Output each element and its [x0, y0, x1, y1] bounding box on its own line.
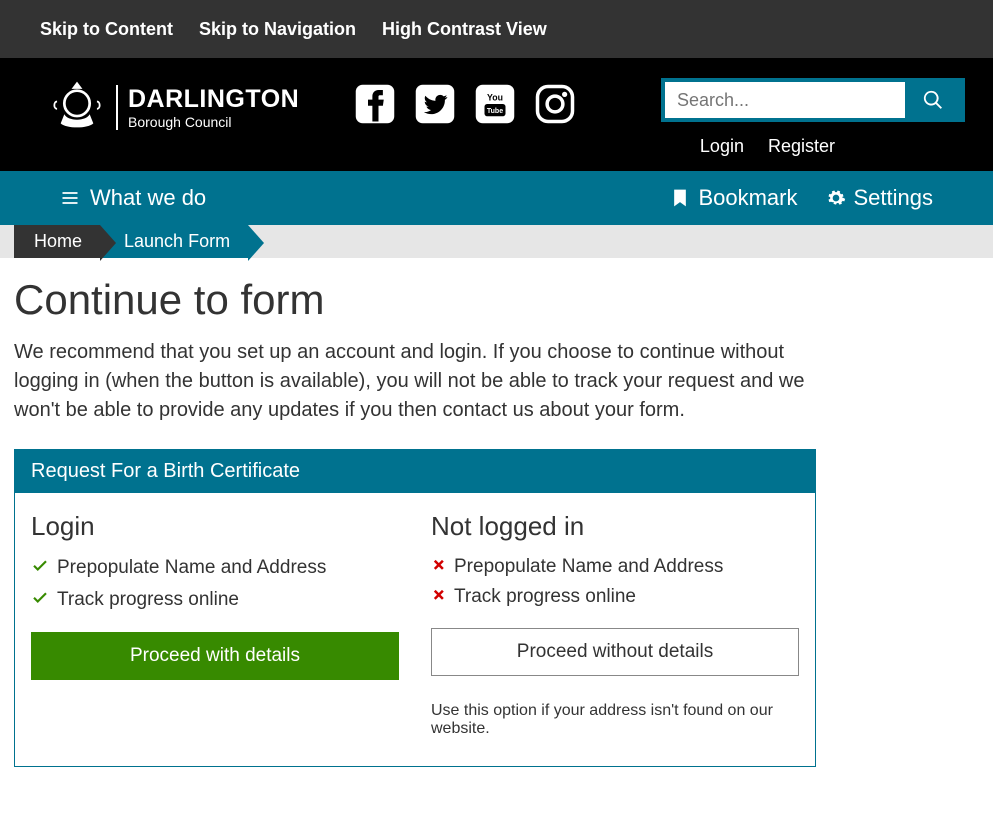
search-input[interactable] [665, 82, 905, 118]
cross-icon [431, 556, 446, 578]
list-item: Prepopulate Name and Address [431, 556, 799, 578]
search-button[interactable] [905, 82, 961, 118]
bookmark-icon [670, 188, 690, 208]
guest-hint: Use this option if your address isn't fo… [431, 702, 791, 738]
nav-bookmark-label: Bookmark [698, 185, 797, 211]
logo-main-text: DARLINGTON [128, 85, 299, 114]
hamburger-icon [60, 188, 80, 208]
list-item: Track progress online [31, 588, 399, 612]
login-feature-2: Track progress online [57, 589, 239, 611]
cross-icon [431, 586, 446, 608]
skip-to-navigation-link[interactable]: Skip to Navigation [199, 19, 356, 40]
gear-icon [826, 188, 846, 208]
breadcrumb: Home Launch Form [0, 225, 993, 258]
page-title: Continue to form [14, 276, 979, 324]
nav-what-we-do-label: What we do [90, 185, 206, 211]
check-icon [31, 588, 49, 612]
register-link[interactable]: Register [768, 136, 835, 157]
crest-icon [48, 78, 106, 136]
facebook-icon[interactable] [354, 83, 396, 125]
guest-option-title: Not logged in [431, 511, 799, 542]
nav-bookmark[interactable]: Bookmark [670, 185, 797, 211]
intro-text: We recommend that you set up an account … [14, 338, 824, 425]
skip-to-content-link[interactable]: Skip to Content [40, 19, 173, 40]
proceed-with-details-button[interactable]: Proceed with details [31, 632, 399, 680]
search-icon [922, 89, 944, 111]
nav-settings-label: Settings [854, 185, 934, 211]
svg-text:Tube: Tube [487, 108, 503, 115]
nav-settings[interactable]: Settings [826, 185, 934, 211]
svg-text:You: You [487, 93, 503, 103]
login-feature-1: Prepopulate Name and Address [57, 557, 326, 579]
logo-sub-text: Borough Council [128, 114, 299, 130]
proceed-without-details-button[interactable]: Proceed without details [431, 628, 799, 676]
nav-what-we-do[interactable]: What we do [60, 185, 206, 211]
breadcrumb-launch-form[interactable]: Launch Form [94, 225, 248, 258]
guest-feature-1: Prepopulate Name and Address [454, 556, 723, 578]
youtube-icon[interactable]: You Tube [474, 83, 516, 125]
twitter-icon[interactable] [414, 83, 456, 125]
list-item: Track progress online [431, 586, 799, 608]
high-contrast-link[interactable]: High Contrast View [382, 19, 547, 40]
breadcrumb-home[interactable]: Home [14, 225, 100, 258]
instagram-icon[interactable] [534, 83, 576, 125]
list-item: Prepopulate Name and Address [31, 556, 399, 580]
login-link[interactable]: Login [700, 136, 744, 157]
login-option-title: Login [31, 511, 399, 542]
panel-heading: Request For a Birth Certificate [15, 450, 815, 493]
guest-feature-2: Track progress online [454, 586, 636, 608]
check-icon [31, 556, 49, 580]
site-logo[interactable]: DARLINGTON Borough Council [48, 78, 299, 136]
